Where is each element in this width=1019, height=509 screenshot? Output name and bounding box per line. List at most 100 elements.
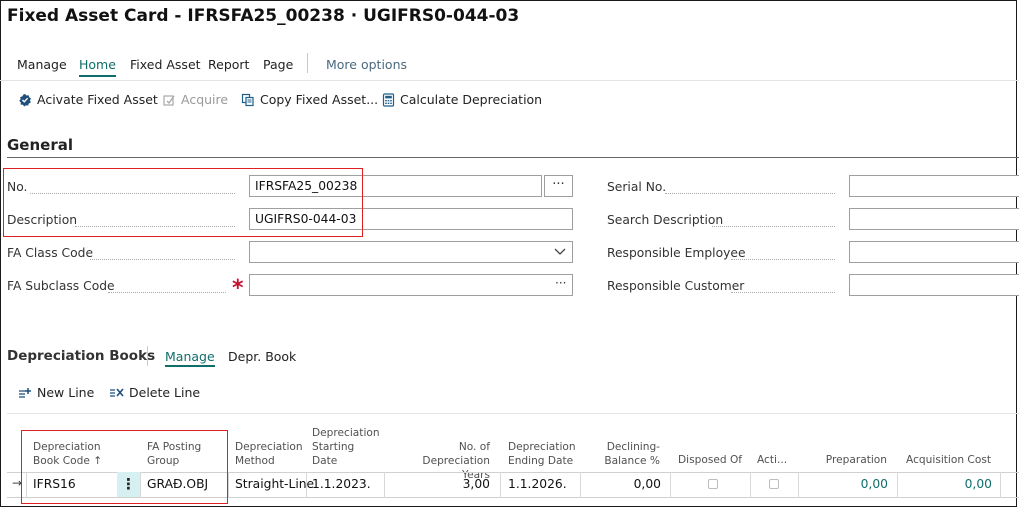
menu-manage[interactable]: Manage <box>17 57 67 72</box>
cell-book-code[interactable]: IFRS16 <box>33 477 76 491</box>
current-row-arrow-icon: → <box>12 476 23 490</box>
responsible-customer-field[interactable] <box>849 274 1019 296</box>
header-active[interactable]: Acti... <box>757 453 792 467</box>
fa-subclass-code-label: FA Subclass Code <box>7 279 115 293</box>
menu-report[interactable]: Report <box>208 57 249 72</box>
cell-ending-date[interactable]: 1.1.2026. <box>508 477 567 491</box>
dot-leader <box>90 258 235 260</box>
row-actions-menu-icon[interactable]: ⋮ <box>117 472 140 497</box>
cell-divider <box>500 472 501 498</box>
cell-divider <box>897 472 898 498</box>
dot-leader <box>665 192 835 194</box>
depreciation-books-title: Depreciation Books <box>7 348 156 364</box>
cell-divider <box>580 472 581 498</box>
header-declining-line2: Balance % <box>604 455 660 467</box>
new-line-button[interactable]: New Line <box>18 385 94 400</box>
header-disposed-of[interactable]: Disposed Of <box>678 453 748 467</box>
fa-class-code-label: FA Class Code <box>7 246 94 260</box>
new-line-label: New Line <box>37 385 95 400</box>
responsible-customer-label: Responsible Customer <box>607 279 745 293</box>
general-divider <box>7 157 1019 158</box>
chevron-down-icon[interactable] <box>554 248 566 256</box>
cell-divider <box>306 472 307 498</box>
description-field[interactable]: UGIFRS0-044-03 <box>249 208 573 230</box>
cell-depreciation-method[interactable]: Straight-Line <box>235 477 314 491</box>
fa-class-code-dropdown[interactable] <box>249 241 573 263</box>
header-preparation[interactable]: Preparation <box>807 453 887 467</box>
responsible-employee-label: Responsible Employee <box>607 246 746 260</box>
acquire-icon <box>163 94 175 106</box>
delete-line-button[interactable]: Delete Line <box>109 385 200 400</box>
copy-fixed-asset-button[interactable]: Copy Fixed Asset... <box>241 92 378 107</box>
required-icon: * <box>232 276 244 301</box>
cell-divider <box>26 472 27 498</box>
activate-fixed-asset-button[interactable]: Acivate Fixed Asset <box>18 92 158 107</box>
dot-leader <box>712 225 835 227</box>
home-actions: Acivate Fixed Asset Acquire Copy Fixed A… <box>0 86 1019 114</box>
cell-divider <box>384 472 385 498</box>
cell-acquisition-cost[interactable]: 0,00 <box>900 477 992 491</box>
cell-divider <box>798 472 799 498</box>
serial-no-label: Serial No. <box>607 180 667 194</box>
cell-starting-date[interactable]: 1.1.2023. <box>312 477 371 491</box>
menu-more-options[interactable]: More options <box>326 57 407 72</box>
no-label: No. <box>7 180 28 194</box>
cell-preparation[interactable]: 0,00 <box>807 477 888 491</box>
header-end-line1: Depreciation <box>508 441 576 453</box>
general-section-title[interactable]: General <box>7 136 73 154</box>
menu-page[interactable]: Page <box>263 57 293 72</box>
responsible-employee-field[interactable] <box>849 241 1019 263</box>
delete-line-label: Delete Line <box>129 385 201 400</box>
search-description-field[interactable] <box>849 208 1019 230</box>
cell-no-of-years[interactable]: 3,00 <box>390 477 490 491</box>
header-depreciation-method[interactable]: Depreciation Method <box>235 440 305 468</box>
dot-leader <box>75 225 235 227</box>
activate-icon <box>19 93 31 106</box>
header-posting-group-line1: FA Posting <box>147 441 202 453</box>
fa-subclass-code-field[interactable] <box>249 274 573 296</box>
header-ending-date[interactable]: Depreciation Ending Date <box>508 440 578 468</box>
cell-declining-balance[interactable]: 0,00 <box>590 477 661 491</box>
header-declining-balance[interactable]: Declining- Balance % <box>590 440 660 468</box>
header-start-line2: Starting <box>312 441 355 453</box>
header-book-code[interactable]: Depreciation Book Code ↑ <box>33 440 118 468</box>
cell-posting-group[interactable]: GRAĐ.OBJ <box>147 477 208 491</box>
tab-manage[interactable]: Manage <box>165 349 215 367</box>
serial-no-field[interactable] <box>849 175 1019 197</box>
acquire-button[interactable]: Acquire <box>162 92 228 107</box>
header-declining-line1: Declining- <box>606 441 660 453</box>
header-start-line1: Depreciation <box>312 427 380 439</box>
header-acquisition-cost[interactable]: Acquisition Cost <box>900 453 991 467</box>
cell-divider <box>670 472 671 498</box>
dot-leader <box>731 291 835 293</box>
calculate-depreciation-button[interactable]: Calculate Depreciation <box>382 92 542 107</box>
cell-divider <box>140 472 141 498</box>
menu-fixed-asset[interactable]: Fixed Asset <box>130 57 201 72</box>
dot-leader <box>731 258 835 260</box>
header-start-line3: Date <box>312 455 338 467</box>
header-method-line2: Method <box>235 455 275 467</box>
no-assist-button[interactable]: ··· <box>544 175 573 197</box>
copy-icon <box>241 93 254 106</box>
no-field[interactable]: IFRSFA25_00238 <box>249 175 542 197</box>
header-posting-group[interactable]: FA Posting Group <box>147 440 227 468</box>
search-description-label: Search Description <box>607 213 724 227</box>
header-book-code-line1: Depreciation <box>33 441 101 453</box>
disposed-of-checkbox[interactable] <box>708 479 718 489</box>
dot-leader <box>30 192 235 194</box>
menu-home[interactable]: Home <box>79 57 116 77</box>
subpage-separator <box>147 346 148 366</box>
dot-leader <box>108 291 226 293</box>
cell-divider <box>1000 472 1001 498</box>
header-starting-date[interactable]: Depreciation Starting Date <box>312 426 382 468</box>
header-years-line1: No. of Depreciation <box>422 441 490 467</box>
subclass-assist-button[interactable]: ··· <box>555 276 566 290</box>
activate-label: Acivate Fixed Asset <box>37 92 158 107</box>
new-line-icon <box>19 387 31 398</box>
cell-divider <box>750 472 751 498</box>
header-method-line1: Depreciation <box>235 441 303 453</box>
action-menu-bar: Manage Home Fixed Asset Report Page More… <box>0 48 1019 81</box>
header-end-line2: Ending Date <box>508 455 574 467</box>
active-checkbox[interactable] <box>769 479 779 489</box>
tab-depr-book[interactable]: Depr. Book <box>228 349 296 364</box>
